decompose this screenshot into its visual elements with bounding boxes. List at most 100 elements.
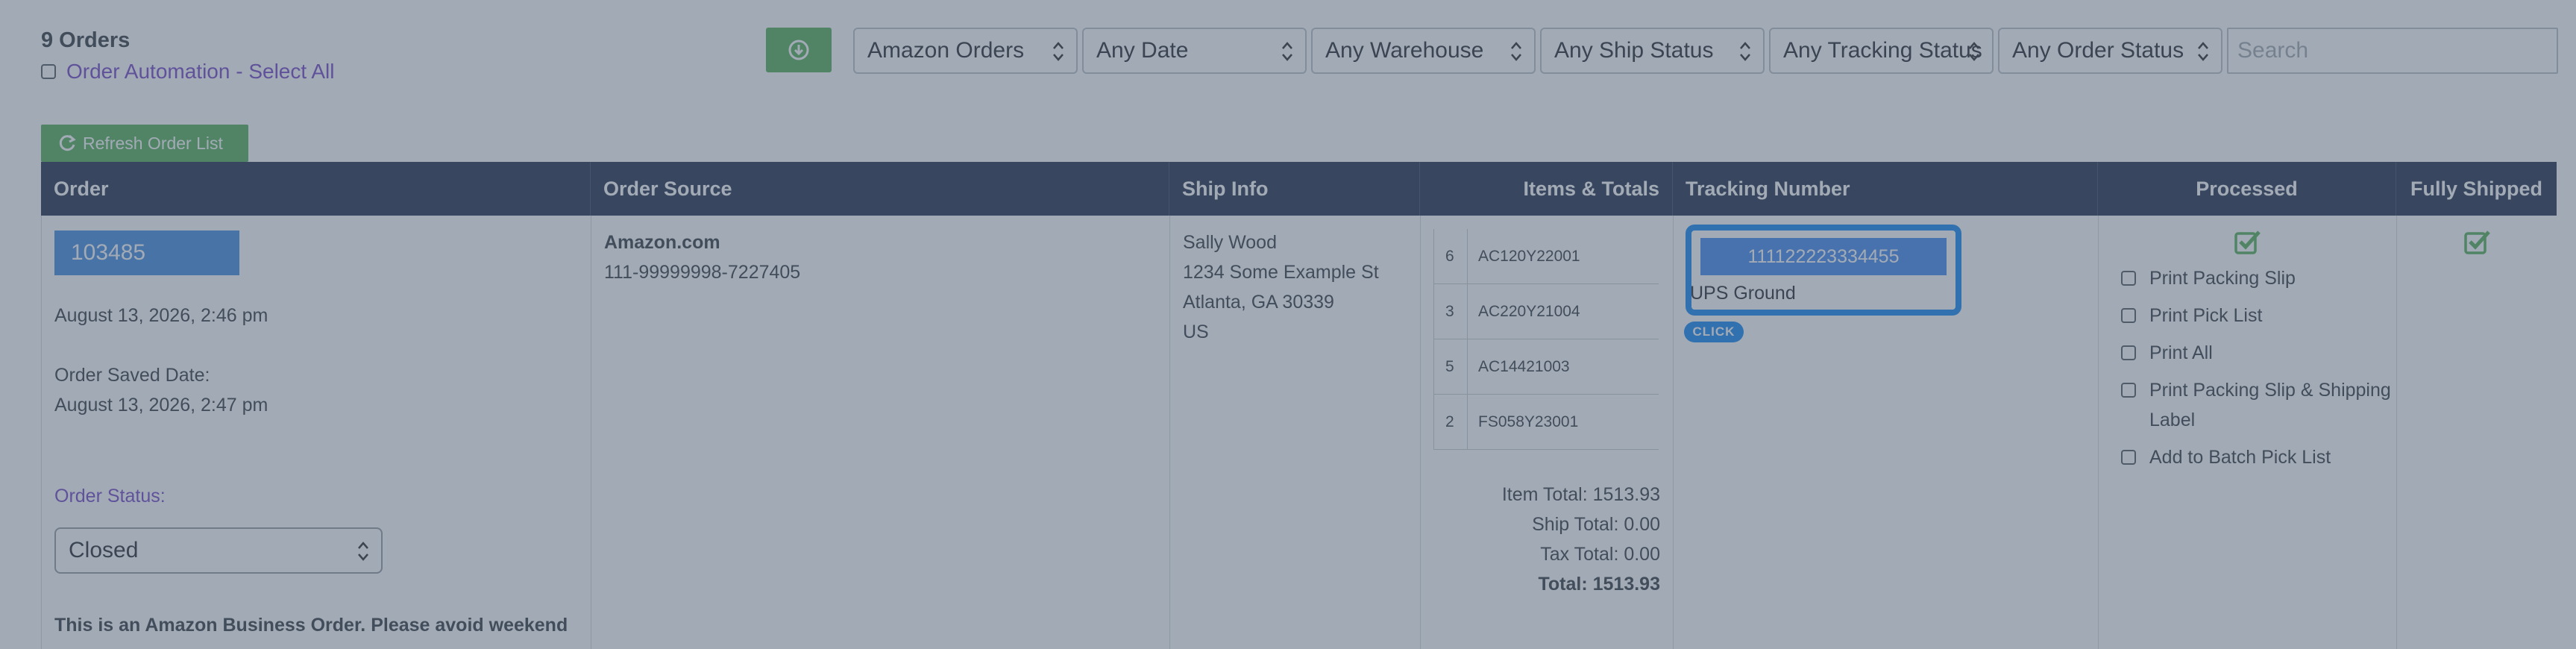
option-label: Print Pick List (2149, 305, 2263, 326)
table-header: Order Order Source Ship Info Items & Tot… (41, 162, 2557, 216)
download-circle-icon (788, 40, 809, 60)
option-checkbox[interactable] (2121, 450, 2136, 465)
order-saved-label: Order Saved Date: (54, 365, 210, 386)
grand-total: Total: 1513.93 (1538, 574, 1660, 595)
processed-option[interactable]: Print Pick List (2121, 301, 2403, 330)
col-header-fully-shipped: Fully Shipped (2410, 177, 2542, 200)
ship-city: Atlanta, GA 30339 (1183, 292, 1334, 313)
order-totals: Item Total: 1513.93 Ship Total: 0.00 Tax… (1502, 480, 1660, 599)
item-sku: AC220Y21004 (1467, 283, 1580, 339)
item-sku: FS058Y23001 (1467, 394, 1578, 450)
select-arrows-icon (2198, 42, 2208, 61)
col-header-order-source: Order Source (591, 162, 1169, 216)
item-total: Item Total: 1513.93 (1501, 484, 1660, 505)
tracking-box[interactable]: 111122223334455 UPS Ground (1686, 225, 1961, 316)
warehouse-filter-select[interactable]: Any Warehouse (1311, 28, 1536, 74)
col-header-items-totals: Items & Totals (1420, 162, 1673, 216)
processed-option[interactable]: Print Packing Slip & Shipping Label (2121, 375, 2403, 435)
table-row: 103485 August 13, 2026, 2:46 pm Order Sa… (41, 216, 2557, 649)
option-label: Print All (2149, 342, 2213, 363)
order-status-select[interactable]: Closed (54, 527, 383, 574)
orders-table: Order Order Source Ship Info Items & Tot… (41, 162, 2557, 649)
option-checkbox[interactable] (2121, 308, 2136, 323)
checked-square-icon (2234, 231, 2261, 254)
ship-total: Ship Total: 0.00 (1532, 514, 1660, 535)
order-status-value: Closed (69, 538, 139, 562)
option-label: Print Packing Slip (2149, 268, 2296, 289)
col-header-tracking: Tracking Number (1673, 162, 2098, 216)
order-source-cell: Amazon.com 111-99999998-7227405 (591, 216, 1170, 649)
select-arrows-icon (1511, 42, 1521, 61)
col-header-ship-info: Ship Info (1169, 162, 1420, 216)
order-automation-row[interactable]: Order Automation - Select All (41, 60, 335, 84)
source-filter-value: Amazon Orders (867, 38, 1025, 63)
option-checkbox[interactable] (2121, 271, 2136, 286)
order-cell: 103485 August 13, 2026, 2:46 pm Order Sa… (42, 216, 591, 649)
orders-count: 9 Orders (41, 28, 131, 52)
ship-name: Sally Wood (1183, 232, 1277, 253)
ship-status-filter-value: Any Ship Status (1554, 38, 1714, 63)
order-id-link[interactable]: 103485 (54, 231, 239, 275)
processed-option[interactable]: Add to Batch Pick List (2121, 442, 2403, 472)
ship-status-filter-select[interactable]: Any Ship Status (1540, 28, 1765, 74)
item-sku: AC14421003 (1467, 339, 1570, 395)
business-order-note: This is an Amazon Business Order. Please… (54, 615, 568, 636)
date-filter-value: Any Date (1096, 38, 1189, 63)
order-status-label: Order Status: (54, 486, 166, 507)
source-filter-select[interactable]: Amazon Orders (853, 28, 1078, 74)
item-row: 2 FS058Y23001 (1434, 394, 1659, 450)
option-checkbox[interactable] (2121, 345, 2136, 360)
refresh-order-list-button[interactable]: Refresh Order List (41, 125, 248, 162)
order-automation-link[interactable]: Order Automation - Select All (66, 60, 335, 84)
item-row: 6 AC120Y22001 (1434, 228, 1659, 284)
tracking-status-filter-value: Any Tracking Status (1783, 38, 1982, 63)
item-row: 3 AC220Y21004 (1434, 283, 1659, 339)
select-arrows-icon (1740, 42, 1750, 61)
col-header-order: Order (41, 162, 591, 216)
refresh-label: Refresh Order List (83, 133, 223, 153)
items-table: 6 AC120Y22001 3 AC220Y21004 5 AC14421003 2F… (1433, 228, 1659, 450)
refresh-icon (59, 134, 76, 151)
source-order-number: 111-99999998-7227405 (604, 262, 801, 283)
select-arrows-icon (1053, 42, 1064, 61)
tracking-cell: 111122223334455 UPS Ground CLICK (1674, 216, 2099, 649)
ship-street: 1234 Some Example St (1183, 262, 1379, 283)
source-name: Amazon.com (604, 232, 720, 253)
filter-bar: Amazon Orders Any Date Any Warehouse Any… (853, 28, 2558, 74)
order-date: August 13, 2026, 2:46 pm (54, 305, 268, 326)
select-all-checkbox[interactable] (41, 64, 56, 79)
items-totals-cell: 6 AC120Y22001 3 AC220Y21004 5 AC14421003 2F… (1421, 216, 1674, 649)
select-arrows-icon (1282, 42, 1292, 61)
select-arrows-icon (358, 542, 368, 561)
ship-info-cell: Sally Wood 1234 Some Example St Atlanta,… (1170, 216, 1421, 649)
item-qty: 3 (1445, 302, 1454, 320)
processed-cell: Print Packing Slip Print Pick List Print… (2099, 216, 2397, 649)
item-row: 5 AC14421003 (1434, 339, 1659, 395)
tracking-carrier: UPS Ground (1690, 283, 1796, 304)
download-button[interactable] (766, 28, 832, 72)
ship-country: US (1183, 322, 1209, 342)
item-qty: 6 (1445, 247, 1454, 265)
order-saved-date: August 13, 2026, 2:47 pm (54, 395, 268, 416)
option-label: Add to Batch Pick List (2149, 447, 2331, 468)
click-badge: CLICK (1684, 322, 1744, 342)
order-status-filter-select[interactable]: Any Order Status (1998, 28, 2222, 74)
tracking-number-link[interactable]: 111122223334455 (1700, 238, 1947, 275)
order-status-filter-value: Any Order Status (2012, 38, 2184, 63)
processed-option[interactable]: Print All (2121, 338, 2403, 368)
date-filter-select[interactable]: Any Date (1082, 28, 1307, 74)
search-input[interactable]: Search (2227, 28, 2558, 74)
tracking-status-filter-select[interactable]: Any Tracking Status (1769, 28, 1994, 74)
select-arrows-icon (1969, 42, 1979, 61)
checked-square-icon (2464, 231, 2490, 254)
item-sku: AC120Y22001 (1467, 228, 1580, 284)
option-checkbox[interactable] (2121, 383, 2136, 398)
col-header-processed: Processed (2098, 162, 2396, 216)
processed-option[interactable]: Print Packing Slip (2121, 263, 2403, 293)
item-qty: 2 (1445, 413, 1454, 430)
option-label: Print Packing Slip & Shipping Label (2149, 380, 2391, 430)
item-qty: 5 (1445, 357, 1454, 375)
warehouse-filter-value: Any Warehouse (1325, 38, 1484, 63)
fully-shipped-cell (2397, 216, 2557, 649)
tax-total: Tax Total: 0.00 (1540, 544, 1660, 565)
